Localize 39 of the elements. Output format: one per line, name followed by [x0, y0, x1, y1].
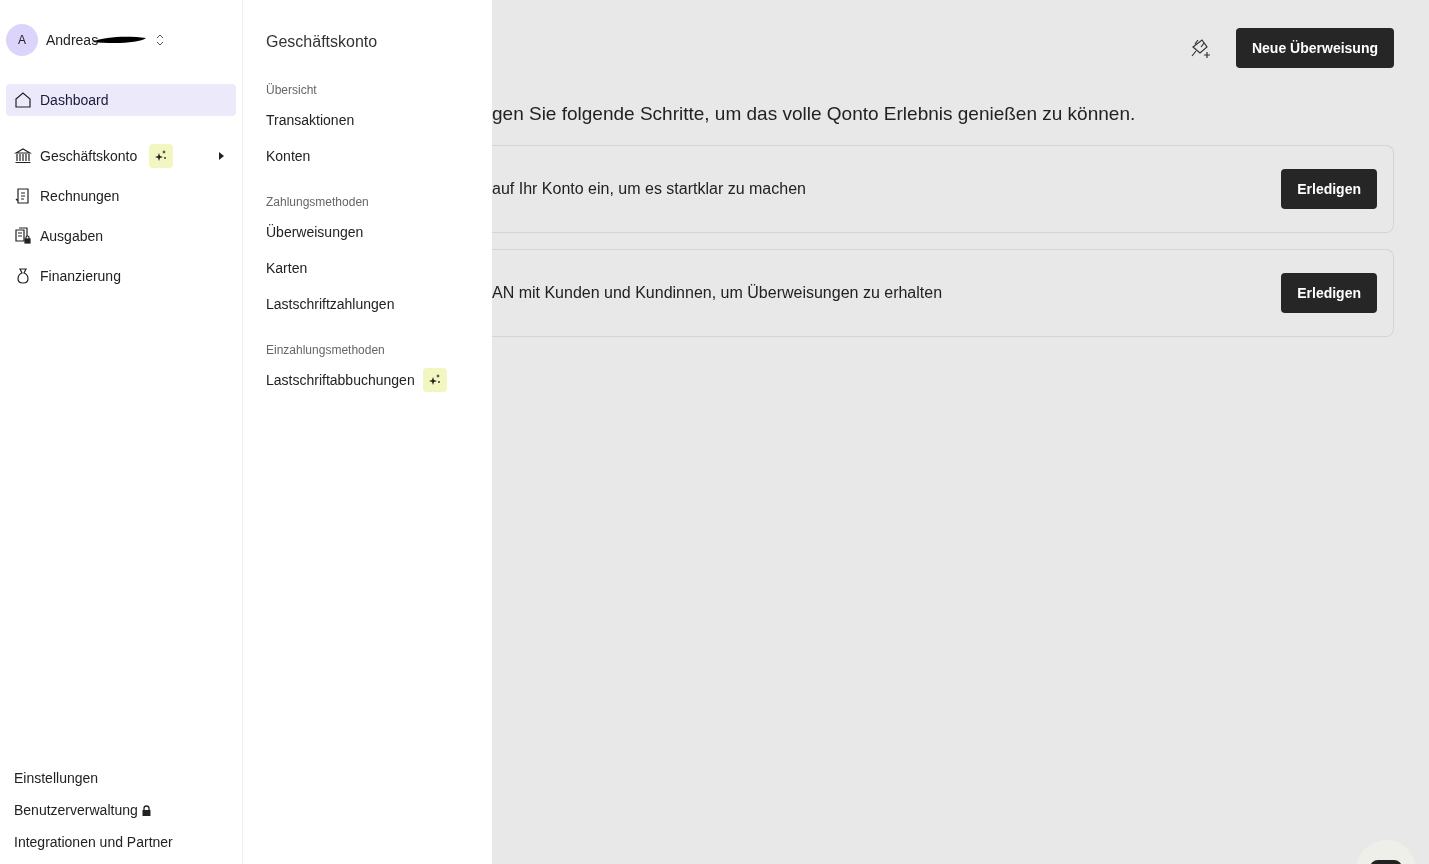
money-bag-icon	[14, 267, 32, 285]
bank-icon	[14, 147, 32, 165]
nav-label: Geschäftskonto	[40, 147, 138, 166]
submenu-item[interactable]: Karten	[266, 258, 308, 278]
nav-item[interactable]: Ausgaben	[6, 220, 236, 252]
new-transfer-button[interactable]: Neue Überweisung	[1235, 28, 1394, 68]
nav-label: Ausgaben	[40, 227, 104, 246]
section-heading: Zahlungsmethoden	[266, 194, 370, 211]
sparkle-icon	[428, 373, 441, 386]
submenu-title: Geschäftskonto	[266, 32, 379, 52]
footer-link[interactable]: Einstellungen	[14, 768, 99, 788]
nav-item[interactable]: Geschäftskonto	[6, 140, 236, 172]
nav-item[interactable]: Rechnungen	[6, 180, 236, 212]
footer-link[interactable]: Integrationen und Partner	[14, 832, 173, 852]
task-text: AN mit Kunden und Kundinnen, um Überweisungen zu erhalten	[492, 282, 943, 303]
footer-link[interactable]: Benutzerverwaltung	[14, 800, 138, 820]
account-name[interactable]: Andreas	[46, 30, 99, 50]
receipts-lock-icon	[14, 227, 32, 245]
avatar: A	[6, 24, 38, 56]
submenu-item[interactable]: Lastschriftabbuchungen	[266, 370, 415, 390]
section-heading: Einzahlungsmethoden	[266, 342, 386, 359]
home-icon	[14, 91, 32, 109]
nav-item[interactable]: Finanzierung	[6, 260, 236, 292]
nav-item[interactable]: Dashboard	[6, 84, 236, 116]
done-button[interactable]: Erledigen	[1281, 272, 1377, 313]
task-text: auf Ihr Konto ein, um es startklar zu machen	[492, 178, 806, 199]
submenu-item[interactable]: Überweisungen	[266, 222, 364, 242]
nav-label: Rechnungen	[40, 187, 120, 206]
submenu-item[interactable]: Lastschriftzahlungen	[266, 294, 395, 314]
submenu-item[interactable]: Transaktionen	[266, 110, 355, 130]
sparkle-icon	[155, 150, 168, 162]
nav-label: Dashboard	[40, 91, 109, 110]
done-button[interactable]: Erledigen	[1281, 168, 1377, 209]
submenu-item[interactable]: Konten	[266, 146, 311, 166]
section-heading: Übersicht	[266, 82, 318, 99]
nav-label: Finanzierung	[40, 267, 121, 286]
chevron-updown-icon[interactable]	[156, 33, 165, 47]
invoice-icon	[14, 187, 32, 205]
onboarding-heading: gen Sie folgende Schritte, um das volle Qonto Erlebnis genießen zu können.	[492, 102, 1137, 126]
